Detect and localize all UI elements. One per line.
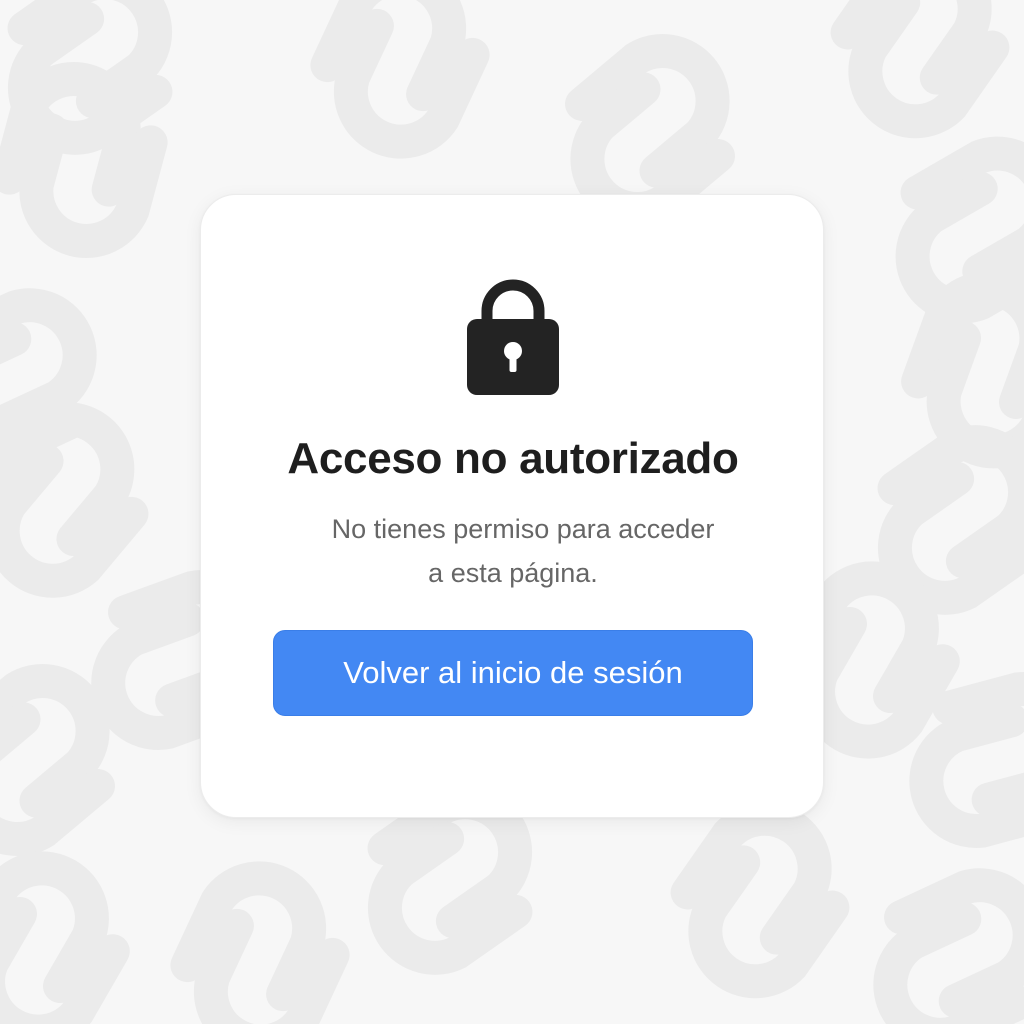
error-message-line-2: a esta página. bbox=[428, 558, 598, 588]
page-title: Acceso no autorizado bbox=[287, 434, 739, 483]
error-message-line-1: No tienes permiso para acceder bbox=[331, 514, 715, 544]
lock-icon bbox=[467, 279, 559, 395]
back-to-login-button[interactable]: Volver al inicio de sesión bbox=[273, 630, 753, 716]
unauthorized-dialog: Acceso no autorizado No tienes permiso p… bbox=[200, 194, 824, 818]
error-message: No tienes permiso para acceder a esta pá… bbox=[201, 507, 825, 595]
